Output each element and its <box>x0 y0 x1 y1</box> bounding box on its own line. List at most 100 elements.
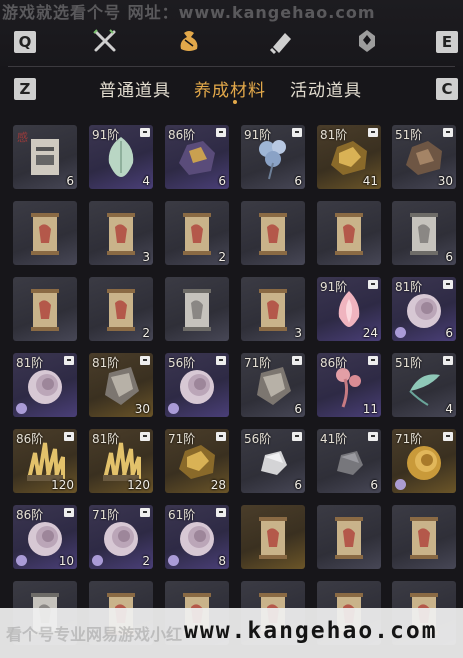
item-count: 2 <box>142 326 150 340</box>
inventory-slot[interactable] <box>165 277 229 341</box>
inventory-slot[interactable]: 86阶 11 <box>317 353 381 417</box>
inventory-slot[interactable]: 6 <box>392 201 456 265</box>
inventory-slot[interactable] <box>241 505 305 569</box>
inventory-slot[interactable]: 71阶 <box>392 429 456 493</box>
item-tier-label: 86阶 <box>16 508 44 522</box>
item-count: 6 <box>294 402 302 416</box>
inventory-slot[interactable]: 61阶 8 <box>165 505 229 569</box>
item-scroll-icon <box>325 209 373 257</box>
item-count: 10 <box>58 554 74 568</box>
inventory-slot[interactable]: 感6 <box>13 125 77 189</box>
item-scroll-icon <box>21 285 69 333</box>
bound-lock-icon <box>443 280 453 289</box>
crossed-swords-icon[interactable] <box>90 26 120 56</box>
bound-lock-icon <box>292 128 302 137</box>
inventory-slot[interactable]: 3 <box>241 277 305 341</box>
inventory-slot[interactable]: 56阶 6 <box>241 429 305 493</box>
bound-lock-icon <box>140 432 150 441</box>
item-scroll-icon <box>97 209 145 257</box>
item-tier-label: 81阶 <box>16 356 44 370</box>
inventory-slot[interactable]: 3 <box>89 201 153 265</box>
watermark-bottom-url: www.kangehao.com <box>184 618 438 644</box>
inventory-slot[interactable]: 71阶 6 <box>241 353 305 417</box>
inventory-slot[interactable] <box>241 201 305 265</box>
inventory-slot[interactable]: 86阶 6 <box>165 125 229 189</box>
inventory-slot[interactable]: 91阶 4 <box>89 125 153 189</box>
inventory-slot[interactable]: 51阶 4 <box>392 353 456 417</box>
bound-lock-icon <box>64 432 74 441</box>
item-tier-label: 71阶 <box>244 356 272 370</box>
money-bag-icon[interactable] <box>174 26 204 56</box>
inventory-slot[interactable]: 81阶 6 <box>392 277 456 341</box>
item-count: 11 <box>362 402 378 416</box>
tab-bar: Z 普通道具 养成材料 活动道具 C <box>0 72 463 106</box>
item-scroll-icon <box>249 285 297 333</box>
key-hint-e[interactable]: E <box>436 31 458 53</box>
inventory-slot[interactable] <box>392 505 456 569</box>
inventory-slot[interactable]: 81阶 120 <box>89 429 153 493</box>
map-marker-icon[interactable] <box>352 26 382 56</box>
key-hint-q[interactable]: Q <box>14 31 36 53</box>
bound-lock-icon <box>368 280 378 289</box>
item-scroll-icon <box>325 513 373 561</box>
inventory-slot[interactable]: 41阶 6 <box>317 429 381 493</box>
inventory-slot[interactable]: 91阶 24 <box>317 277 381 341</box>
inventory-slot[interactable]: 56阶 <box>165 353 229 417</box>
inventory-slot[interactable]: 2 <box>165 201 229 265</box>
item-count: 4 <box>142 174 150 188</box>
upgrade-badge-icon <box>168 555 179 566</box>
inventory-slot[interactable]: 71阶 2 <box>89 505 153 569</box>
item-tier-label: 41阶 <box>320 432 348 446</box>
inventory-slot[interactable]: 51阶 30 <box>392 125 456 189</box>
item-scroll-icon <box>249 513 297 561</box>
item-tier-label: 86阶 <box>16 432 44 446</box>
item-count: 6 <box>370 478 378 492</box>
bound-lock-icon <box>292 356 302 365</box>
item-count: 6 <box>445 250 453 264</box>
item-tier-label: 91阶 <box>320 280 348 294</box>
item-tier-label: 56阶 <box>244 432 272 446</box>
inventory-slot[interactable]: 81阶 41 <box>317 125 381 189</box>
item-count: 6 <box>445 326 453 340</box>
inventory-slot[interactable]: 86阶 10 <box>13 505 77 569</box>
inventory-slot[interactable]: 81阶 30 <box>89 353 153 417</box>
inventory-slot[interactable] <box>13 201 77 265</box>
inventory-slot[interactable]: 91阶 6 <box>241 125 305 189</box>
tab-event-items[interactable]: 活动道具 <box>290 76 362 101</box>
inventory-slot[interactable]: 71阶 28 <box>165 429 229 493</box>
item-count: 3 <box>142 250 150 264</box>
upgrade-badge-icon <box>395 479 406 490</box>
bound-lock-icon <box>292 432 302 441</box>
watermark-bottom-left: 看个号专业网易游戏小红 <box>6 625 183 644</box>
item-scroll-grey-icon <box>400 209 448 257</box>
item-tier-label: 51阶 <box>395 356 423 370</box>
item-tier-label: 51阶 <box>395 128 423 142</box>
inventory-slot[interactable]: 81阶 <box>13 353 77 417</box>
item-count: 6 <box>294 478 302 492</box>
scroll-icon[interactable] <box>266 26 296 56</box>
inventory-slot[interactable] <box>317 505 381 569</box>
item-paper-icon <box>21 133 69 181</box>
item-count: 6 <box>66 174 74 188</box>
bound-lock-icon <box>443 432 453 441</box>
item-tier-label: 61阶 <box>168 508 196 522</box>
item-count: 24 <box>362 326 378 340</box>
watermark-top: 游戏就选看个号 网址：www.kangehao.com <box>2 3 376 22</box>
item-count: 41 <box>362 174 378 188</box>
item-tier-label: 86阶 <box>168 128 196 142</box>
tab-growth-materials[interactable]: 养成材料 <box>194 76 266 101</box>
inventory-slot[interactable] <box>317 201 381 265</box>
item-stamp: 感 <box>17 131 28 144</box>
item-scroll-icon <box>97 285 145 333</box>
key-hint-z[interactable]: Z <box>14 78 36 100</box>
upgrade-badge-icon <box>168 403 179 414</box>
item-scroll-grey-icon <box>173 285 221 333</box>
tab-general-items[interactable]: 普通道具 <box>99 76 171 101</box>
inventory-slot[interactable]: 86阶 120 <box>13 429 77 493</box>
item-count: 4 <box>445 402 453 416</box>
inventory-slot[interactable]: 2 <box>89 277 153 341</box>
key-hint-c[interactable]: C <box>436 78 458 100</box>
inventory-slot[interactable] <box>13 277 77 341</box>
top-divider <box>8 66 455 67</box>
top-bar: 游戏就选看个号 网址：www.kangehao.com Q E <box>0 0 463 66</box>
